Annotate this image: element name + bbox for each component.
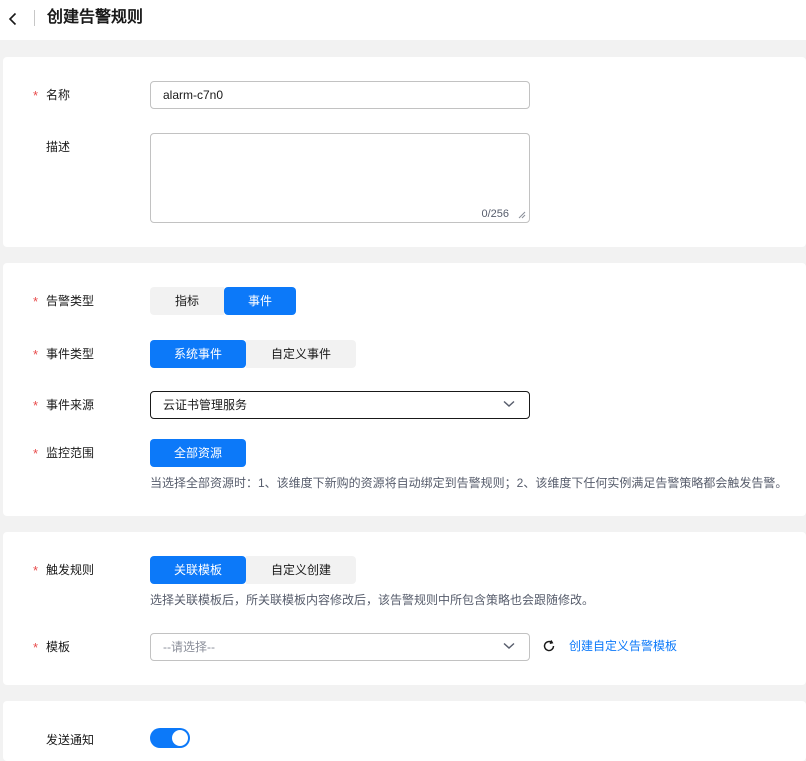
event-source-select[interactable]: 云证书管理服务 — [150, 391, 530, 419]
chevron-down-icon — [503, 642, 515, 649]
trigger-option-template[interactable]: 关联模板 — [150, 556, 246, 584]
name-label: 名称 — [46, 88, 71, 102]
template-label: 模板 — [46, 640, 71, 654]
refresh-icon[interactable] — [542, 639, 556, 653]
event-type-option-custom[interactable]: 自定义事件 — [246, 340, 356, 368]
trigger-rule-selector: 关联模板 自定义创建 — [150, 556, 356, 584]
event-source-label: 事件来源 — [46, 398, 95, 412]
template-placeholder: --请选择-- — [163, 640, 215, 654]
trigger-rule-hint: 选择关联模板后，所关联模板内容修改后，该告警规则中所包含策略也会跟随修改。 — [150, 593, 595, 607]
page-header: 创建告警规则 — [0, 0, 806, 40]
required-mark: * — [33, 446, 39, 461]
template-select[interactable]: --请选择-- — [150, 633, 530, 661]
alarm-settings-card: * 告警类型 指标 事件 * 事件类型 系统事件 自定义事件 * 事件来源 云证… — [3, 263, 806, 516]
page-title: 创建告警规则 — [47, 9, 144, 26]
create-template-link[interactable]: 创建自定义告警模板 — [569, 638, 677, 654]
monitor-scope-label: 监控范围 — [46, 446, 95, 460]
header-divider — [34, 10, 35, 26]
notify-label: 发送通知 — [46, 733, 95, 747]
resize-handle-icon[interactable] — [518, 211, 526, 219]
char-counter: 0/256 — [481, 208, 509, 220]
trigger-option-custom[interactable]: 自定义创建 — [246, 556, 356, 584]
event-type-label: 事件类型 — [46, 347, 95, 361]
event-type-selector: 系统事件 自定义事件 — [150, 340, 356, 368]
chevron-left-icon — [8, 12, 17, 26]
chevron-down-icon — [503, 400, 515, 407]
required-mark: * — [33, 640, 39, 655]
alarm-type-option-event[interactable]: 事件 — [224, 287, 296, 315]
back-button[interactable] — [4, 9, 22, 29]
scope-hint: 当选择全部资源时：1、该维度下新购的资源将自动绑定到告警规则；2、该维度下任何实… — [150, 476, 788, 490]
event-source-value: 云证书管理服务 — [163, 398, 248, 412]
notification-card: 发送通知 — [3, 701, 806, 761]
basic-info-card: * 名称 alarm-c7n0 描述 0/256 — [3, 57, 806, 247]
alarm-type-selector: 指标 事件 — [150, 287, 296, 315]
notify-toggle[interactable] — [150, 728, 190, 748]
name-input-value: alarm-c7n0 — [163, 88, 224, 102]
alarm-type-option-metric[interactable]: 指标 — [150, 287, 224, 315]
trigger-rule-label: 触发规则 — [46, 563, 95, 577]
all-resources-button[interactable]: 全部资源 — [150, 439, 246, 467]
name-input[interactable]: alarm-c7n0 — [150, 81, 530, 109]
toggle-knob — [172, 730, 188, 746]
required-mark: * — [33, 563, 39, 578]
required-mark: * — [33, 294, 39, 309]
required-mark: * — [33, 88, 39, 103]
description-label: 描述 — [46, 140, 71, 154]
description-textarea[interactable]: 0/256 — [150, 133, 530, 223]
alarm-type-label: 告警类型 — [46, 294, 95, 308]
trigger-rule-card: * 触发规则 关联模板 自定义创建 选择关联模板后，所关联模板内容修改后，该告警… — [3, 532, 806, 685]
required-mark: * — [33, 398, 39, 413]
required-mark: * — [33, 347, 39, 362]
event-type-option-system[interactable]: 系统事件 — [150, 340, 246, 368]
